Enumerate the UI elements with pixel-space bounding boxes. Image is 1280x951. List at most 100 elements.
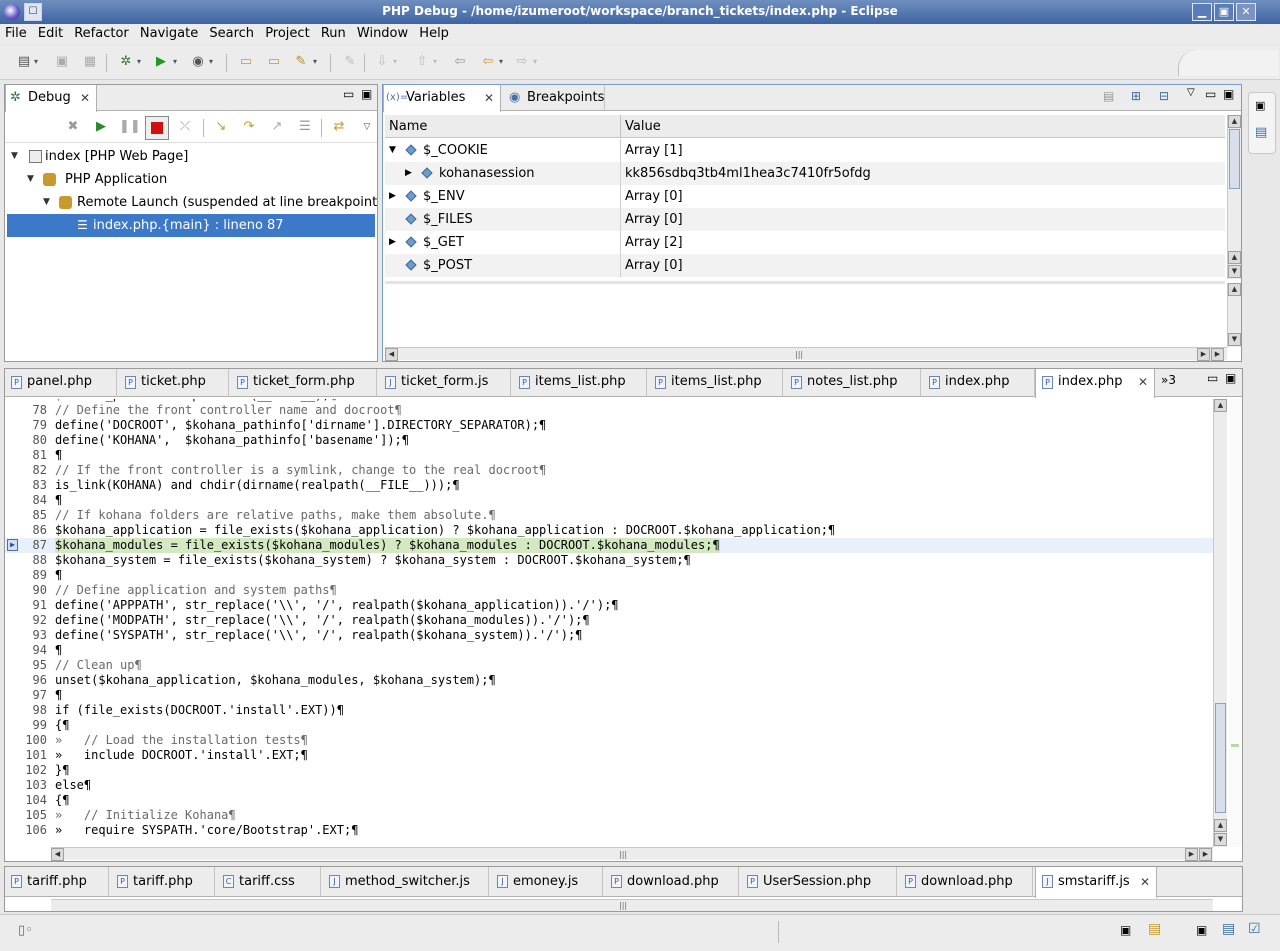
disconnect-icon[interactable]: ⤫	[175, 117, 195, 137]
scroll-right-icon[interactable]: ▶	[1199, 848, 1212, 861]
editor-tab[interactable]: Ptariff.php	[5, 867, 109, 897]
minimize-view-icon[interactable]: ▭	[1207, 371, 1218, 385]
code-line[interactable]: 106 » require SYSPATH.'core/Bootstrap'.EX…	[5, 823, 1213, 838]
code-line[interactable]: 86 $kohana_application = file_exists($koh…	[5, 523, 1213, 538]
code-line[interactable]: 104 {¶	[5, 793, 1213, 808]
perspective-switcher[interactable]	[1178, 50, 1278, 76]
scroll-down-icon[interactable]: ▼	[1214, 833, 1227, 846]
table-row[interactable]: ▶ $_GET Array [2]	[385, 231, 1225, 254]
print-icon[interactable]: ▦	[80, 52, 100, 72]
expand-arrow-icon[interactable]: ▼	[43, 191, 50, 214]
more-tabs-button[interactable]: »3	[1161, 373, 1176, 387]
forward-dropdown-icon[interactable]: ▾	[530, 52, 540, 72]
console-icon[interactable]: ▤	[1222, 921, 1235, 937]
minimize-button[interactable]: ▁	[1192, 3, 1212, 21]
debug-icon[interactable]: ✲	[116, 52, 136, 72]
editor-tab[interactable]: Ppanel.php	[5, 369, 117, 397]
expand-arrow-icon[interactable]: ▼	[11, 145, 18, 168]
external-tools-dropdown-icon[interactable]: ▾	[206, 52, 216, 72]
close-editor-tab-icon[interactable]: ✕	[1138, 369, 1148, 395]
code-line[interactable]: 88 $kohana_system = file_exists($kohana_s…	[5, 553, 1213, 568]
restore-icon[interactable]: ▣	[1196, 923, 1207, 937]
editor-tab[interactable]: Pindex.php	[923, 369, 1035, 397]
code-line[interactable]: 91 define('APPPATH', str_replace('\\', '/…	[5, 598, 1213, 613]
code-line[interactable]: 99 {¶	[5, 718, 1213, 733]
drop-to-frame-icon[interactable]: ☰	[295, 117, 315, 137]
close-debug-tab-icon[interactable]: ✕	[80, 85, 90, 111]
expand-arrow-icon[interactable]: ▶	[405, 162, 412, 185]
scroll-up-icon[interactable]: ▲	[1214, 819, 1227, 832]
open-project-icon[interactable]: ▭	[264, 52, 284, 72]
prev-annotation-dropdown-icon[interactable]: ▾	[430, 52, 440, 72]
code-editor[interactable]: 77$kohana_pathinfo = pathinfo(__FILE__);…	[5, 399, 1213, 847]
minimize-view-icon[interactable]: ▭	[1205, 87, 1216, 101]
save-icon[interactable]: ▣	[52, 52, 72, 72]
edit-disabled-icon[interactable]: ✎	[340, 52, 360, 72]
expand-arrow-icon[interactable]: ▼	[27, 168, 34, 191]
remove-terminated-icon[interactable]: ✖	[63, 117, 83, 137]
menu-refactor[interactable]: Refactor	[69, 24, 129, 41]
external-tools-icon[interactable]: ◉	[188, 52, 208, 72]
code-line[interactable]: 89 ¶	[5, 568, 1213, 583]
editor-tab[interactable]: Pdownload.php	[605, 867, 739, 897]
editor-hscrollbar[interactable]: ◀ ▶ ▶ |||	[51, 847, 1213, 861]
close-window-button[interactable]: ✕	[1236, 3, 1256, 21]
editor-tab[interactable]: Pitems_list.php	[513, 369, 647, 397]
editor-tab[interactable]: Jticket_form.js	[379, 369, 511, 397]
scroll-right-icon[interactable]: ▶	[1197, 348, 1210, 361]
tree-item[interactable]: ▼ Remote Launch (suspended at line break…	[5, 191, 386, 214]
detail-scrollbar[interactable]: ▲ ▼	[1227, 283, 1241, 347]
editor-tab[interactable]: Pticket_form.php	[231, 369, 377, 397]
outline-view-icon[interactable]: ▤	[1255, 125, 1267, 140]
resume-icon[interactable]: ▶	[91, 117, 111, 137]
back-dropdown-icon[interactable]: ▾	[496, 52, 506, 72]
variables-view-menu-icon[interactable]: ▽	[1187, 87, 1195, 98]
code-line[interactable]: 105 » // Initialize Kohana¶	[5, 808, 1213, 823]
table-row[interactable]: $_POST Array [0]	[385, 254, 1225, 277]
code-line[interactable]: 100 » // Load the installation tests¶	[5, 733, 1213, 748]
menu-window[interactable]: Window	[352, 24, 408, 41]
code-line[interactable]: 96 unset($kohana_application, $kohana_mod…	[5, 673, 1213, 688]
task-icon[interactable]: ▤	[1148, 921, 1161, 937]
scroll-left-icon[interactable]: ◀	[385, 348, 398, 361]
suspend-icon[interactable]: ❚❚	[119, 117, 141, 137]
code-line[interactable]: 90 // Define application and system paths…	[5, 583, 1213, 598]
wand-dropdown-icon[interactable]: ▾	[310, 52, 320, 72]
editor-tab[interactable]: Ptariff.php	[111, 867, 215, 897]
editor-tab[interactable]: Pitems_list.php	[649, 369, 783, 397]
scroll-thumb[interactable]	[1229, 129, 1240, 189]
collapse-all-icon[interactable]: ⊟	[1159, 89, 1169, 103]
tasks-icon[interactable]: ☑	[1248, 921, 1261, 937]
prev-annotation-icon[interactable]: ⇧	[412, 52, 432, 72]
code-line[interactable]: 97 ¶	[5, 688, 1213, 703]
run-icon[interactable]: ▶	[151, 52, 171, 72]
restore-icon[interactable]: ▣	[1255, 99, 1265, 112]
close-variables-tab-icon[interactable]: ✕	[484, 85, 494, 111]
code-line[interactable]: 93 define('SYSPATH', str_replace('\\', '/…	[5, 628, 1213, 643]
variable-detail-pane[interactable]	[385, 281, 1225, 347]
step-return-icon[interactable]: ↗	[267, 117, 287, 137]
terminate-button[interactable]	[145, 116, 169, 140]
column-header-name[interactable]: Name	[389, 119, 427, 134]
editor-tab[interactable]: Pticket.php	[119, 369, 229, 397]
scroll-left-icon[interactable]: ◀	[51, 848, 64, 861]
column-header-value[interactable]: Value	[625, 119, 661, 134]
back-icon[interactable]: ⇦	[478, 52, 498, 72]
tab-debug[interactable]: ✲ Debug ✕	[5, 85, 97, 112]
code-line[interactable]: 101 » include DOCROOT.'install'.EXT;¶	[5, 748, 1213, 763]
table-row[interactable]: $_FILES Array [0]	[385, 208, 1225, 231]
view-menu-icon[interactable]: ▽	[357, 117, 377, 137]
code-line[interactable]: 85 // If kohana folders are relative path…	[5, 508, 1213, 523]
code-line[interactable]: 82 // If the front controller is a symlin…	[5, 463, 1213, 478]
code-line[interactable]: 103 else¶	[5, 778, 1213, 793]
menu-help[interactable]: Help	[414, 24, 449, 41]
tree-item[interactable]: ▼ PHP Application	[5, 168, 377, 191]
editor-scrollbar[interactable]: ▲ ▲ ▼	[1213, 399, 1227, 847]
code-line[interactable]: 98 if (file_exists(DOCROOT.'install'.EXT)…	[5, 703, 1213, 718]
code-line[interactable]: 81 ¶	[5, 448, 1213, 463]
menu-run[interactable]: Run	[316, 24, 346, 41]
editor-tab[interactable]: Jemoney.js	[491, 867, 603, 897]
editor-tab[interactable]: Ctariff.css	[217, 867, 321, 897]
menu-search[interactable]: Search	[204, 24, 254, 41]
code-line[interactable]: 78 // Define the front controller name an…	[5, 403, 1213, 418]
